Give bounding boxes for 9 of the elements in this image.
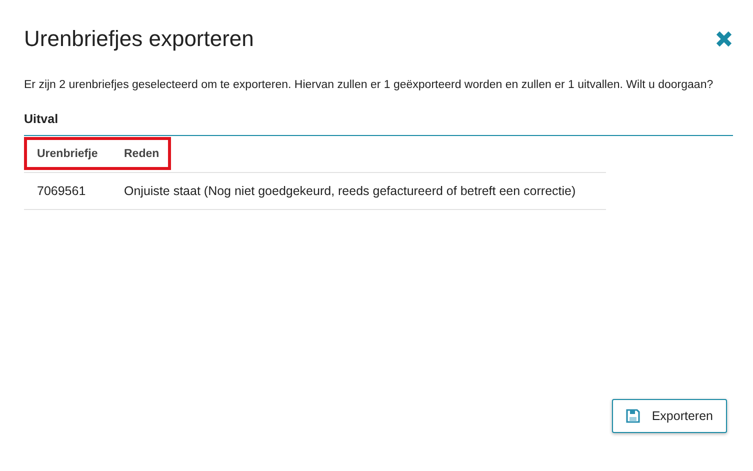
- export-button[interactable]: Exporteren: [612, 399, 727, 433]
- table-cell: Onjuiste staat (Nog niet goedgekeurd, reeds gefactureerd of betreft een correctie): [124, 184, 576, 198]
- close-icon[interactable]: [715, 30, 733, 48]
- table-cell-text: 7069561: [36, 184, 87, 198]
- dialog-title: Urenbriefjes exporteren: [24, 26, 254, 52]
- dialog-message: Er zijn 2 urenbriefjes geselecteerd om te exporteren. Hiervan zullen er 1 geëxporteerd worden en zullen er 1 uitvallen. Wilt u doorgaan?: [24, 79, 714, 92]
- column-header: Reden: [124, 148, 160, 160]
- column-header: Urenbriefje: [36, 148, 99, 160]
- section-title: Uitval: [24, 112, 60, 126]
